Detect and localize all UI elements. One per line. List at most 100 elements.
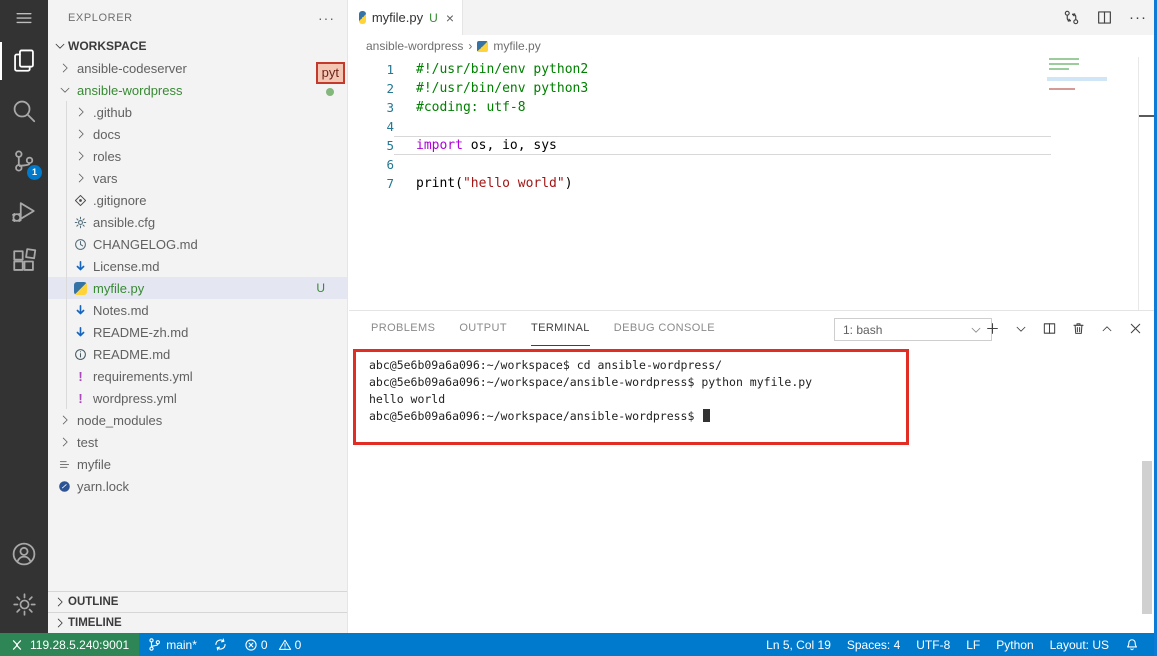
menu-icon[interactable]: [0, 0, 48, 36]
tree-item-changelog-md[interactable]: CHANGELOG.md: [48, 233, 347, 255]
git-branch-status[interactable]: main*: [139, 633, 205, 656]
section-outline[interactable]: OUTLINE: [48, 591, 347, 612]
tree-item-ansible-cfg[interactable]: ansible.cfg: [48, 211, 347, 233]
tree-item--github[interactable]: .github: [48, 101, 347, 123]
tree-item-label: .gitignore: [93, 192, 147, 208]
chevron-right-icon: [72, 149, 89, 163]
explorer-more-actions-icon[interactable]: ···: [318, 10, 335, 26]
close-tab-icon[interactable]: ×: [446, 10, 454, 26]
exclaim-icon: !: [78, 368, 83, 384]
activity-bar: 1: [0, 0, 48, 633]
remote-indicator[interactable]: 119.28.5.240:9001: [0, 633, 140, 656]
tab-myfile-py[interactable]: myfile.py U ×: [349, 0, 463, 35]
code-text: import os, io, sys: [416, 138, 557, 153]
terminal-output[interactable]: abc@5e6b09a6a096:~/workspace$ cd ansible…: [369, 357, 812, 425]
terminal-line: abc@5e6b09a6a096:~/workspace$ cd ansible…: [369, 358, 723, 372]
terminal-selector-dropdown[interactable]: 1: bash: [834, 318, 992, 341]
remote-icon: [10, 638, 24, 652]
close-panel-icon[interactable]: [1128, 321, 1143, 336]
split-terminal-icon[interactable]: [1042, 321, 1057, 336]
tree-item-label: ansible.cfg: [93, 214, 156, 230]
split-editor-icon[interactable]: [1096, 9, 1113, 26]
tree-item-label: .github: [93, 104, 133, 120]
breadcrumb-file[interactable]: myfile.py: [493, 39, 540, 53]
code-line-5[interactable]: 5 import os, io, sys: [349, 136, 1157, 155]
select-terminal-chevron-icon[interactable]: [1014, 322, 1028, 336]
status-layout-us[interactable]: Layout: US: [1042, 633, 1117, 656]
status-python[interactable]: Python: [988, 633, 1041, 656]
activity-item-source-control[interactable]: 1: [0, 136, 48, 186]
tree-item-yarn-lock[interactable]: yarn.lock: [48, 475, 347, 497]
tree-item-label: License.md: [93, 258, 160, 274]
workspace-section-header[interactable]: WORKSPACE: [48, 35, 347, 57]
activity-item-run-debug[interactable]: [0, 186, 48, 236]
activity-item-settings[interactable]: [0, 579, 48, 629]
markdown-down-icon: [72, 260, 89, 273]
green-dot-indicator: [326, 88, 334, 96]
tree-item--gitignore[interactable]: .gitignore: [48, 189, 347, 211]
section-timeline[interactable]: TIMELINE: [48, 612, 347, 633]
tree-item-ansible-codeserver[interactable]: ansible-codeserver: [48, 57, 347, 79]
sync-button[interactable]: [205, 633, 236, 656]
tree-item-label: myfile.py: [93, 280, 145, 296]
code-line-7[interactable]: 7 print("hello world"): [349, 174, 1157, 193]
status-ln-5-col-19[interactable]: Ln 5, Col 19: [758, 633, 839, 656]
more-actions-icon[interactable]: ···: [1129, 10, 1147, 25]
warning-icon: [278, 638, 292, 652]
breadcrumb-separator: ›: [468, 39, 473, 53]
minimap[interactable]: [1047, 58, 1107, 138]
panel-tab-problems[interactable]: PROBLEMS: [371, 311, 435, 346]
tree-item-roles[interactable]: roles: [48, 145, 347, 167]
code-line-6[interactable]: 6: [349, 155, 1157, 174]
bottom-panel: PROBLEMS OUTPUT TERMINAL DEBUG CONSOLE 1: b…: [349, 310, 1157, 633]
code-line-4[interactable]: 4: [349, 117, 1157, 136]
activity-item-explorer[interactable]: [0, 36, 48, 86]
bell-icon[interactable]: [1117, 633, 1147, 656]
chevron-down-icon: [52, 39, 68, 53]
status-lf[interactable]: LF: [958, 633, 988, 656]
status-spaces-4[interactable]: Spaces: 4: [839, 633, 908, 656]
tree-item-wordpress-yml[interactable]: ! wordpress.yml: [48, 387, 347, 409]
panel-tab-terminal[interactable]: TERMINAL: [530, 311, 590, 346]
breadcrumb-folder[interactable]: ansible-wordpress: [366, 39, 463, 53]
activity-item-account[interactable]: [0, 529, 48, 579]
kill-terminal-icon[interactable]: [1071, 321, 1086, 336]
tree-item-license-md[interactable]: License.md: [48, 255, 347, 277]
clock-icon: [72, 238, 89, 251]
tree-item-label: myfile: [77, 456, 111, 472]
status-bar: 119.28.5.240:9001 main* 0 0 Ln 5, Col 19…: [0, 633, 1157, 656]
code-line-3[interactable]: 3 #coding: utf-8: [349, 98, 1157, 117]
breadcrumb: ansible-wordpress › myfile.py: [349, 35, 1157, 57]
tree-item-myfile[interactable]: myfile: [48, 453, 347, 475]
tree-item-notes-md[interactable]: Notes.md: [48, 299, 347, 321]
problems-status[interactable]: 0 0: [236, 633, 309, 656]
line-number: 7: [386, 176, 394, 191]
activity-item-extensions[interactable]: [0, 236, 48, 286]
tree-item-myfile-py[interactable]: myfile.py U: [48, 277, 347, 299]
python-icon: [72, 281, 89, 295]
activity-item-search[interactable]: [0, 86, 48, 136]
panel-tab-output[interactable]: OUTPUT: [459, 311, 507, 346]
tree-item-ansible-wordpress[interactable]: ansible-wordpress: [48, 79, 347, 101]
terminal-scrollbar[interactable]: [1142, 461, 1152, 614]
tree-item-requirements-yml[interactable]: ! requirements.yml: [48, 365, 347, 387]
chevron-right-icon: [56, 435, 73, 449]
panel-tab-debug-console[interactable]: DEBUG CONSOLE: [614, 311, 715, 346]
code-line-1[interactable]: 1 #!/usr/bin/env python2: [349, 60, 1157, 79]
maximize-panel-icon[interactable]: [1100, 322, 1114, 336]
section-label: OUTLINE: [68, 596, 119, 608]
explorer-title: EXPLORER: [68, 11, 133, 24]
yarn-icon: [56, 480, 73, 493]
code-line-2[interactable]: 2 #!/usr/bin/env python3: [349, 79, 1157, 98]
tree-item-readme-zh-md[interactable]: README-zh.md: [48, 321, 347, 343]
code-editor[interactable]: 1 #!/usr/bin/env python2 2 #!/usr/bin/env p…: [349, 57, 1157, 310]
tree-item-node-modules[interactable]: node_modules: [48, 409, 347, 431]
tree-item-vars[interactable]: vars: [48, 167, 347, 189]
tree-item-docs[interactable]: docs: [48, 123, 347, 145]
tree-item-label: requirements.yml: [93, 368, 193, 384]
tree-item-test[interactable]: test: [48, 431, 347, 453]
open-changes-icon[interactable]: [1063, 9, 1080, 26]
tree-item-readme-md[interactable]: README.md: [48, 343, 347, 365]
new-terminal-icon[interactable]: [985, 321, 1000, 336]
status-utf-8[interactable]: UTF-8: [908, 633, 958, 656]
